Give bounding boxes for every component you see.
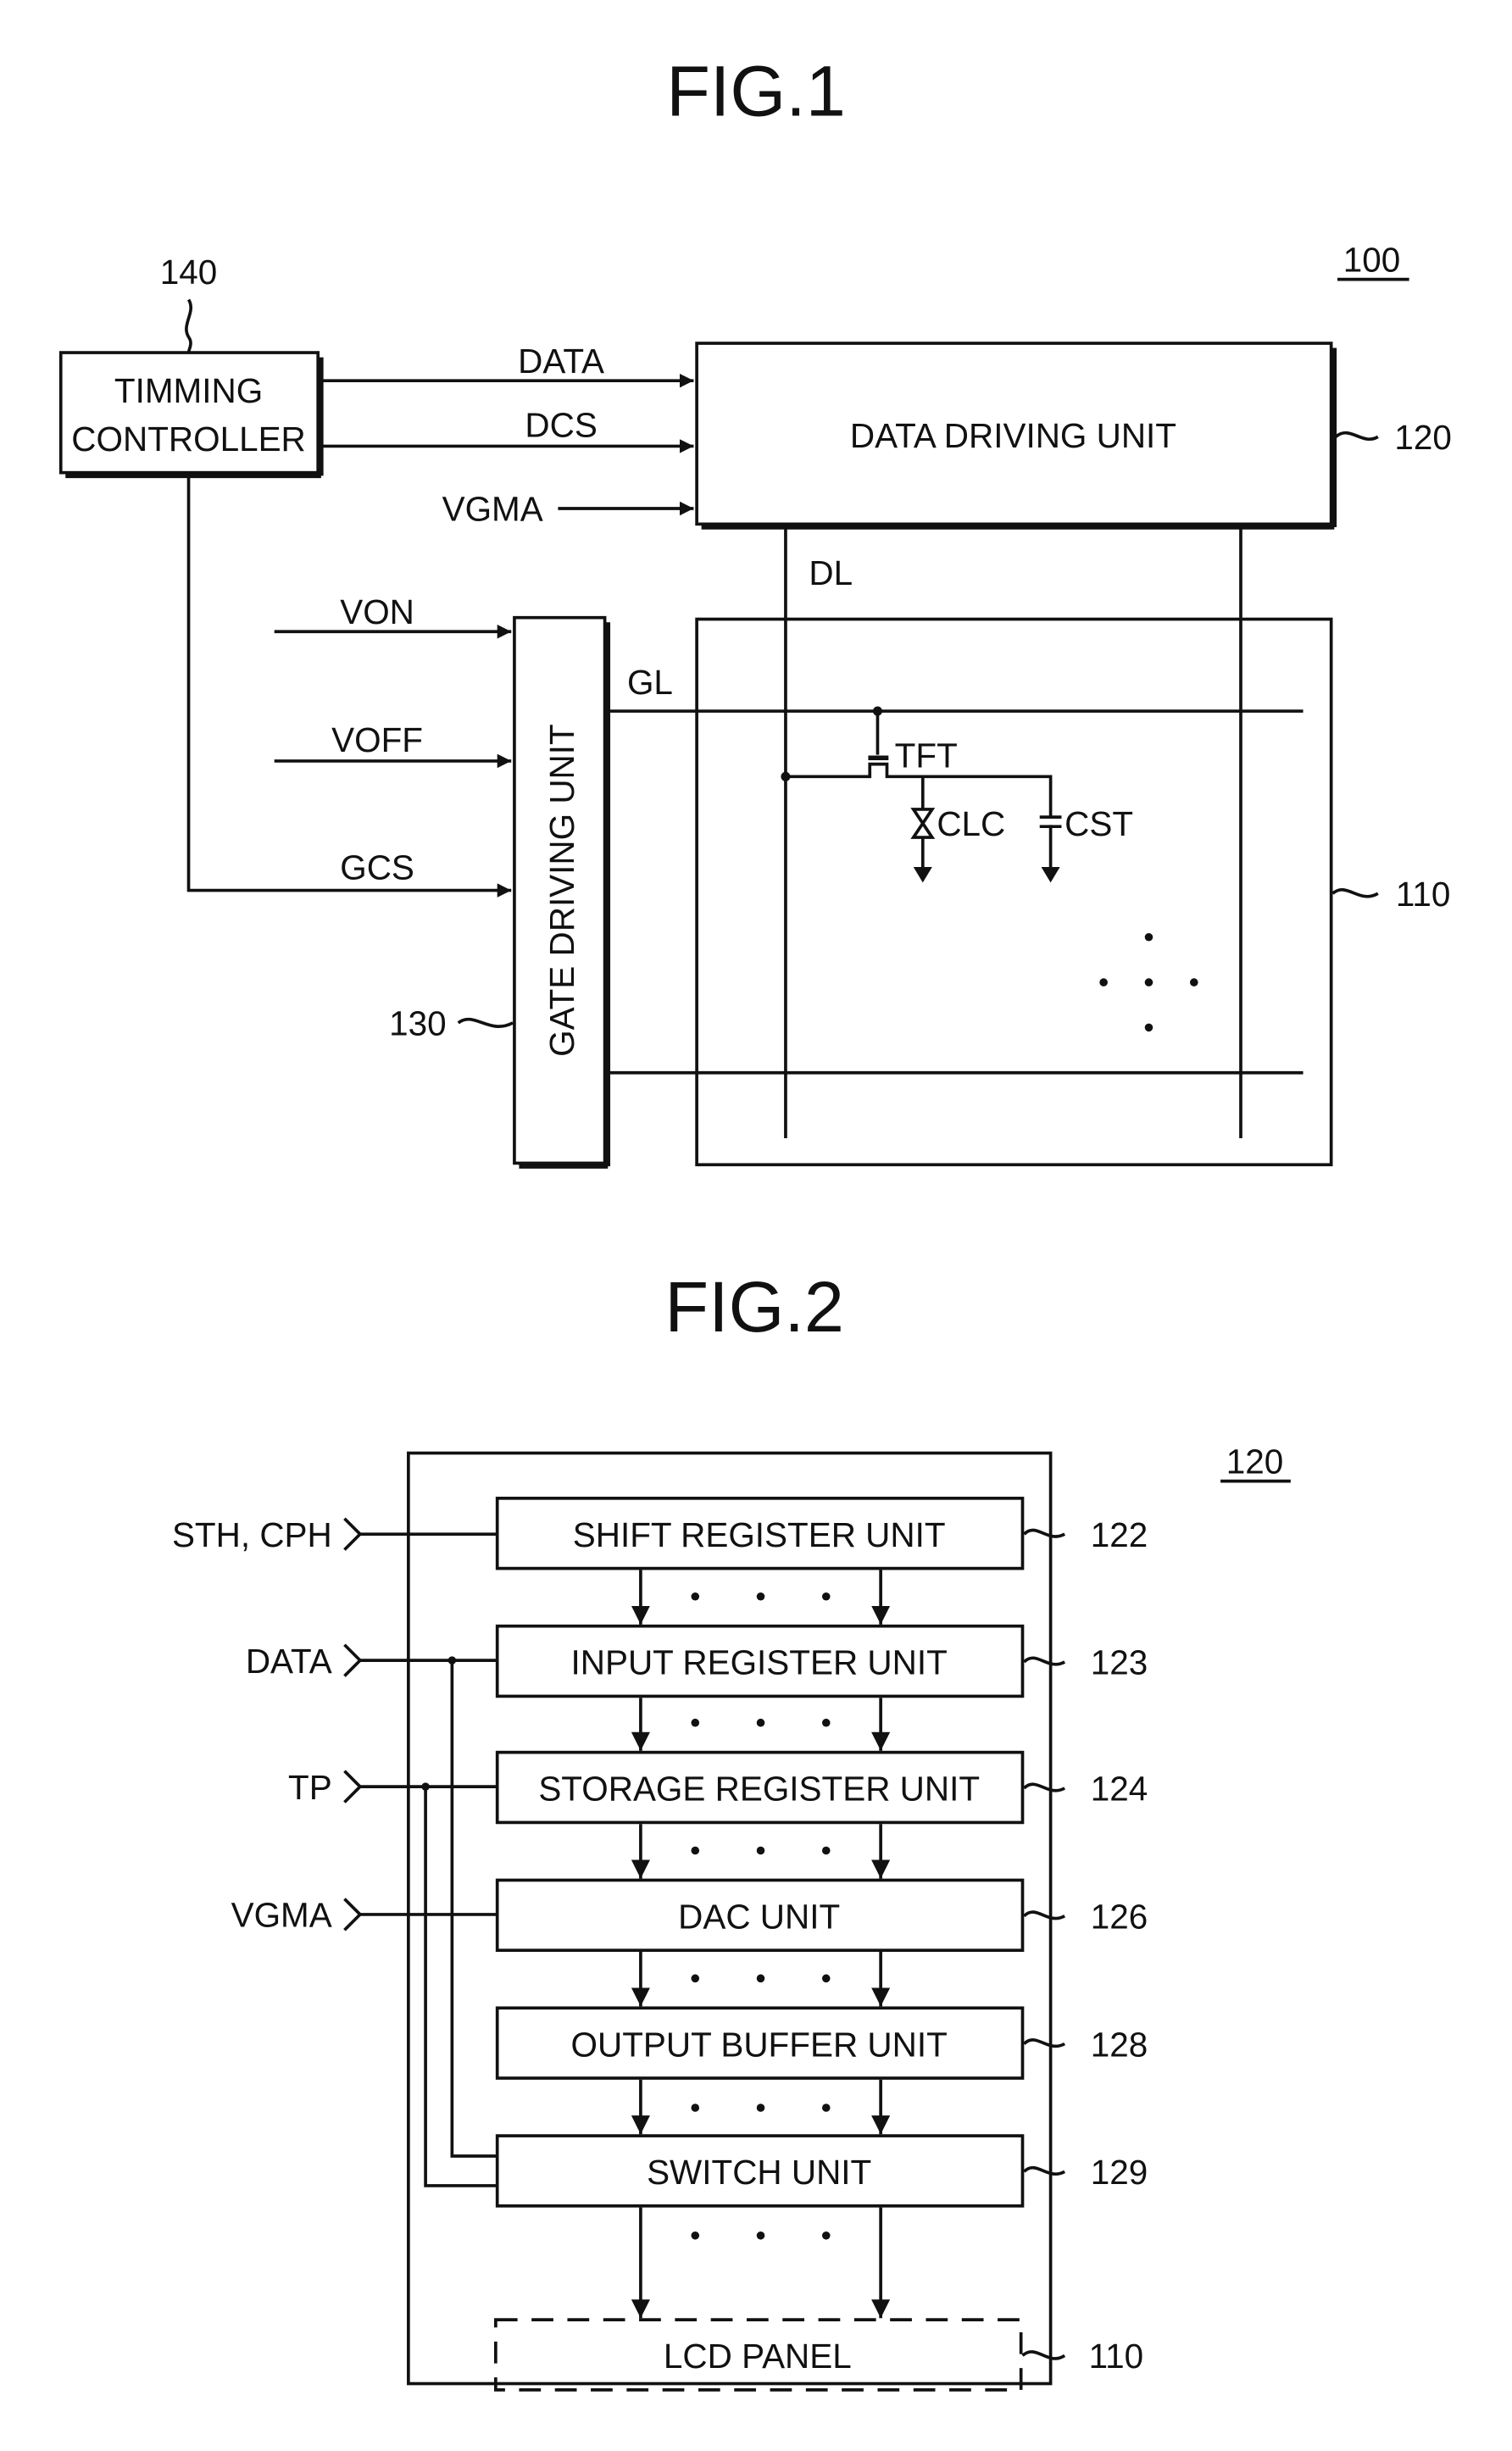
ellipsis-dot [691, 1592, 700, 1601]
lcd-panel-label: LCD PANEL [664, 2337, 852, 2376]
ground-arrow-icon [1041, 866, 1060, 883]
ellipsis-dot [821, 2104, 831, 2112]
ref-leader [1021, 2350, 1066, 2360]
timing-controller-label-line2: CONTROLLER [71, 420, 305, 459]
voff-signal-label: VOFF [331, 720, 423, 759]
ref-130-leader [457, 1017, 514, 1028]
ref-140-label: 140 [160, 253, 218, 292]
ellipsis-dot [756, 2231, 765, 2240]
ellipsis-dot [1144, 978, 1153, 987]
ref-label: 123 [1091, 1643, 1148, 1682]
ellipsis-dot [756, 1846, 765, 1855]
input-chevron-icon [343, 1898, 363, 1931]
clc-liquid-crystal-icon [910, 808, 936, 839]
data-driving-unit-label: DATA DRIVING UNIT [850, 416, 1176, 455]
ref-label: 122 [1091, 1515, 1148, 1554]
figure-1: FIG.1 100 TIMMING CONTROLLER 140 DATA DC… [58, 51, 1452, 1169]
lcd-panel-external: LCD PANEL 110 [494, 2318, 1144, 2392]
ellipsis-dot [756, 2104, 765, 2112]
data-to-switch-wire [450, 1660, 498, 2158]
ellipsis-dot [691, 1974, 700, 1983]
ref-120-leader [1334, 431, 1379, 441]
ellipsis-dot [1190, 978, 1198, 987]
data-driving-unit-block: DATA DRIVING UNIT 120 [695, 342, 1452, 530]
ref-110-label: 110 [1089, 2337, 1144, 2376]
tft-label: TFT [895, 736, 958, 775]
gcs-signal-label: GCS [340, 848, 414, 887]
ref-110-leader [1331, 887, 1379, 898]
figure-2-title: FIG.2 [664, 1266, 844, 1347]
unit-label: OUTPUT BUFFER UNIT [571, 2025, 948, 2064]
lcd-panel-block: 110 DL GL TFT CLC CST [608, 527, 1451, 1167]
continuation-dots [1099, 932, 1198, 1032]
ref-110-label: 110 [1396, 875, 1451, 914]
junction-dot [781, 771, 791, 781]
pixel-circuit: TFT CLC CST [781, 706, 1133, 883]
clc-label: CLC [937, 804, 1005, 843]
input-label-data: DATA [246, 1642, 332, 1681]
cst-gap [1037, 818, 1064, 825]
lcd-panel-box [695, 617, 1333, 1167]
input-chevron-icon [343, 1770, 363, 1804]
gate-line-label: GL [627, 663, 673, 702]
unit-label: STORAGE REGISTER UNIT [538, 1770, 980, 1809]
figure-2: FIG.2 120 SHIFT REGISTER UNIT 122 INPUT … [172, 1266, 1291, 2392]
patent-drawing-sheet: FIG.1 100 TIMMING CONTROLLER 140 DATA DC… [58, 51, 1452, 2392]
dcs-signal-label: DCS [525, 405, 597, 444]
ref-130-label: 130 [389, 1004, 447, 1043]
ellipsis-dot [821, 1718, 831, 1727]
ref-120-block-label: 120 [1226, 1442, 1284, 1481]
ref-leader [1023, 1528, 1066, 1538]
ref-100-label: 100 [1343, 240, 1401, 279]
ref-leader [1023, 2165, 1066, 2176]
ref-120-label: 120 [1394, 418, 1452, 457]
vgma-signal-label: VGMA [442, 490, 543, 529]
data-signal-label: DATA [518, 342, 604, 381]
ref-140-leader [185, 298, 192, 353]
input-label-tp: TP [288, 1768, 332, 1807]
ellipsis-dot [821, 1846, 831, 1855]
ref-leader [1023, 1782, 1066, 1792]
cst-label: CST [1065, 804, 1133, 843]
data-line-label: DL [809, 553, 853, 592]
timing-controller-label-line1: TIMMING [114, 371, 263, 410]
ellipsis-dot [691, 1846, 700, 1855]
input-label-sth-cph: STH, CPH [172, 1515, 332, 1554]
input-signals: STH, CPH DATA TP VGMA [172, 1515, 498, 2187]
ellipsis-dot [691, 2231, 700, 2240]
unit-label: INPUT REGISTER UNIT [571, 1643, 948, 1682]
ref-leader [1023, 1656, 1066, 1666]
ellipsis-dot [1144, 932, 1153, 942]
timing-controller-block: TIMMING CONTROLLER 140 [58, 253, 324, 479]
input-chevron-icon [343, 1517, 363, 1551]
ref-label: 126 [1091, 1897, 1148, 1936]
ground-arrow-icon [913, 866, 932, 883]
von-signal-label: VON [340, 592, 414, 631]
ellipsis-dot [821, 2231, 831, 2240]
gate-driving-unit-label: GATE DRIVING UNIT [542, 724, 581, 1057]
figure-1-title: FIG.1 [666, 51, 846, 131]
ref-leader [1023, 2038, 1066, 2048]
input-chevron-icon [343, 1643, 363, 1677]
input-label-vgma: VGMA [231, 1896, 332, 1935]
ellipsis-dot [691, 1718, 700, 1727]
ellipsis-dot [1144, 1023, 1153, 1032]
ellipsis-dot [756, 1718, 765, 1727]
unit-label: DAC UNIT [678, 1897, 840, 1936]
ref-label: 128 [1091, 2025, 1148, 2064]
ellipsis-dot [821, 1592, 831, 1601]
tp-to-switch-wire [424, 1787, 498, 2187]
ref-label: 124 [1091, 1770, 1148, 1809]
ellipsis-dot [1099, 978, 1108, 987]
ref-label: 129 [1091, 2153, 1148, 2192]
ellipsis-dot [691, 2104, 700, 2112]
ref-leader [1023, 1910, 1066, 1920]
ellipsis-dot [756, 1974, 765, 1983]
ellipsis-dot [756, 1592, 765, 1601]
unit-label: SHIFT REGISTER UNIT [573, 1515, 946, 1554]
gcs-signal-line [186, 477, 512, 898]
ellipsis-dot [821, 1974, 831, 1983]
unit-label: SWITCH UNIT [647, 2153, 871, 2192]
